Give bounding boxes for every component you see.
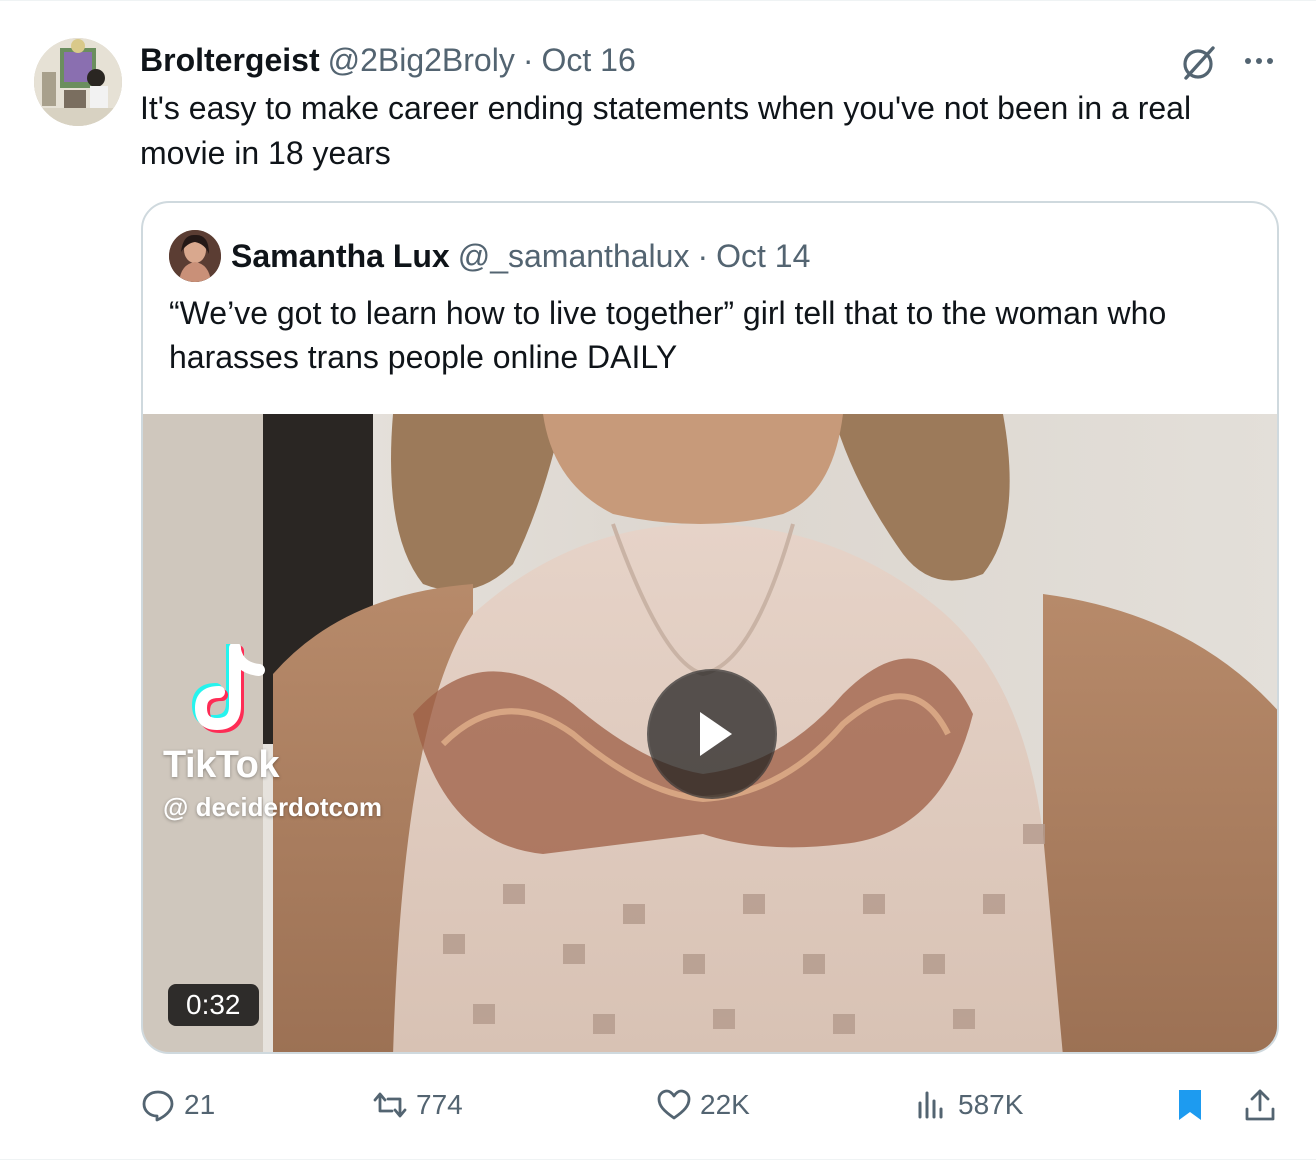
views-icon bbox=[918, 1091, 943, 1119]
reply-count: 21 bbox=[184, 1089, 216, 1120]
tweet-text: It's easy to make career ending statemen… bbox=[140, 90, 1192, 171]
author-avatar[interactable] bbox=[34, 38, 122, 126]
action-bar: 21 774 22K 587K bbox=[0, 1078, 1316, 1132]
views-count: 587K bbox=[958, 1089, 1024, 1120]
separator-dot: · bbox=[697, 237, 709, 274]
repost-button[interactable]: 774 bbox=[372, 1078, 463, 1132]
tweet-date[interactable]: Oct 16 bbox=[541, 42, 635, 79]
more-icon[interactable] bbox=[1240, 46, 1278, 76]
heart-icon bbox=[657, 1089, 691, 1120]
separator-dot: · bbox=[522, 41, 534, 78]
share-button[interactable] bbox=[1242, 1078, 1278, 1132]
share-icon bbox=[1245, 1089, 1275, 1121]
repost-count: 774 bbox=[416, 1089, 463, 1120]
quote-author-name[interactable]: Samantha Lux bbox=[231, 238, 450, 275]
like-count: 22K bbox=[700, 1089, 750, 1120]
reply-icon bbox=[142, 1090, 174, 1122]
tiktok-logo-icon bbox=[191, 644, 265, 734]
repost-icon bbox=[373, 1092, 407, 1118]
tiktok-watermark: TikTok bbox=[163, 744, 279, 786]
tweet[interactable]: Broltergeist @2Big2Broly · Oct 16 It's e… bbox=[0, 0, 1316, 1160]
grok-icon[interactable] bbox=[1178, 42, 1220, 84]
author-handle[interactable]: @2Big2Broly bbox=[328, 42, 515, 79]
tiktok-handle: @ deciderdotcom bbox=[163, 792, 382, 822]
quote-author-handle[interactable]: @_samanthalux bbox=[458, 238, 690, 275]
quoted-tweet[interactable]: Samantha Lux @_samanthalux · Oct 14 “We’… bbox=[141, 201, 1279, 1054]
quote-header: Samantha Lux @_samanthalux · Oct 14 bbox=[231, 234, 810, 278]
play-icon bbox=[700, 712, 732, 756]
author-name[interactable]: Broltergeist bbox=[140, 42, 320, 79]
play-button[interactable] bbox=[647, 669, 777, 799]
bookmark-icon bbox=[1179, 1090, 1201, 1120]
quote-text: “We’ve got to learn how to live together… bbox=[169, 295, 1167, 375]
bookmark-button[interactable] bbox=[1172, 1078, 1208, 1132]
video-player[interactable]: TikTok @ deciderdotcom 0:32 bbox=[143, 414, 1277, 1052]
views-button[interactable]: 587K bbox=[914, 1078, 1023, 1132]
quote-date[interactable]: Oct 14 bbox=[716, 238, 810, 275]
quote-author-avatar[interactable] bbox=[169, 230, 221, 282]
like-button[interactable]: 22K bbox=[656, 1078, 750, 1132]
video-duration: 0:32 bbox=[168, 984, 259, 1026]
reply-button[interactable]: 21 bbox=[140, 1078, 215, 1132]
tweet-header: Broltergeist @2Big2Broly · Oct 16 bbox=[140, 38, 636, 82]
